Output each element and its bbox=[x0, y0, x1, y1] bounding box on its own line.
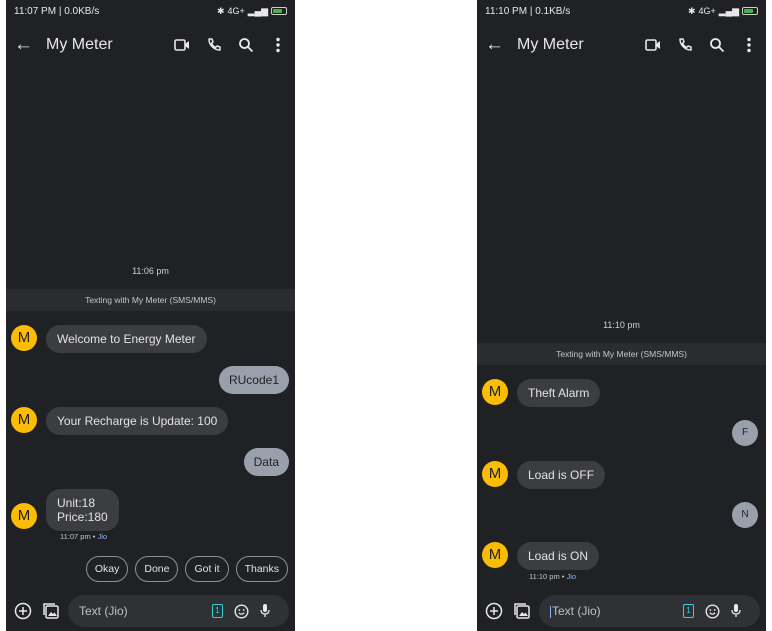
incoming-message: M Load is ON bbox=[482, 542, 600, 570]
gallery-icon[interactable] bbox=[511, 600, 533, 622]
outgoing-message[interactable]: F bbox=[732, 420, 758, 446]
message-bubble[interactable]: Load is ON bbox=[517, 542, 600, 570]
status-time: 11:07 PM | 0.0KB/s bbox=[14, 5, 100, 17]
incoming-message: M Welcome to Energy Meter bbox=[11, 325, 207, 353]
message-bubble[interactable]: Load is OFF bbox=[517, 461, 606, 489]
back-arrow-icon[interactable]: ← bbox=[485, 34, 511, 56]
more-options-icon[interactable] bbox=[269, 36, 287, 54]
outgoing-message[interactable]: N bbox=[732, 502, 758, 528]
avatar[interactable]: M bbox=[11, 325, 37, 351]
texting-banner: Texting with My Meter (SMS/MMS) bbox=[6, 289, 295, 311]
app-bar: ← My Meter bbox=[6, 28, 295, 62]
avatar[interactable]: M bbox=[482, 542, 508, 568]
microphone-icon[interactable] bbox=[257, 603, 273, 619]
more-options-icon[interactable] bbox=[740, 36, 758, 54]
phone-call-icon[interactable] bbox=[205, 36, 223, 54]
status-bar: 11:10 PM | 0.1KB/s ✱ 4G+ ▂▄▆ bbox=[477, 0, 766, 22]
message-input-placeholder: Text (Jio) bbox=[550, 604, 683, 618]
phone-screen-1: 11:07 PM | 0.0KB/s ✱ 4G+ ▂▄▆ ← My Meter … bbox=[6, 0, 295, 631]
message-time: 11:10 pm bbox=[529, 572, 560, 581]
message-meta: 11:07 pm • Jio bbox=[60, 532, 108, 541]
message-carrier: Jio bbox=[97, 532, 108, 541]
message-bubble[interactable]: Your Recharge is Update: 100 bbox=[46, 407, 229, 435]
message-input[interactable]: Text (Jio) 1 bbox=[68, 595, 289, 627]
status-icons: ✱ 4G+ ▂▄▆ bbox=[688, 6, 758, 17]
message-time: 11:07 pm bbox=[60, 532, 91, 541]
conversation-title: My Meter bbox=[517, 36, 584, 53]
battery-icon bbox=[742, 7, 758, 15]
message-carrier: Jio bbox=[566, 572, 577, 581]
status-time: 11:10 PM | 0.1KB/s bbox=[485, 5, 571, 17]
quick-replies: Okay Done Got it Thanks bbox=[6, 556, 295, 582]
bluetooth-icon: ✱ bbox=[687, 5, 696, 16]
search-icon[interactable] bbox=[237, 36, 255, 54]
outgoing-message[interactable]: RUcode1 bbox=[218, 366, 289, 394]
conversation-title: My Meter bbox=[46, 36, 113, 53]
signal-bars-icon: ▂▄▆ bbox=[247, 5, 268, 16]
message-input-placeholder: Text (Jio) bbox=[79, 604, 128, 618]
emoji-icon[interactable] bbox=[233, 603, 249, 619]
conversation-timestamp: 11:10 pm bbox=[603, 320, 640, 330]
status-bar: 11:07 PM | 0.0KB/s ✱ 4G+ ▂▄▆ bbox=[6, 0, 295, 22]
avatar[interactable]: M bbox=[482, 461, 508, 487]
phone-call-icon[interactable] bbox=[676, 36, 694, 54]
signal-bars-icon: ▂▄▆ bbox=[718, 5, 739, 16]
incoming-message: M Theft Alarm bbox=[482, 379, 601, 407]
incoming-message: M Unit:18 Price:180 bbox=[11, 489, 119, 531]
signal-type-label: 4G+ bbox=[698, 6, 716, 16]
quick-reply-chip[interactable]: Got it bbox=[185, 556, 229, 582]
message-meta: 11:10 pm • Jio bbox=[529, 572, 577, 581]
back-arrow-icon[interactable]: ← bbox=[14, 34, 40, 56]
conversation-timestamp: 11:06 pm bbox=[132, 266, 169, 276]
incoming-message: M Your Recharge is Update: 100 bbox=[11, 407, 229, 435]
signal-type-label: 4G+ bbox=[227, 6, 245, 16]
avatar[interactable]: M bbox=[11, 503, 37, 529]
message-bubble[interactable]: Theft Alarm bbox=[517, 379, 601, 407]
add-icon[interactable] bbox=[12, 600, 34, 622]
sim-card-icon[interactable]: 1 bbox=[212, 604, 223, 618]
quick-reply-chip[interactable]: Done bbox=[135, 556, 179, 582]
composer: Text (Jio) 1 bbox=[477, 591, 766, 631]
outgoing-message[interactable]: Data bbox=[243, 448, 289, 476]
quick-reply-chip[interactable]: Thanks bbox=[235, 556, 288, 582]
avatar[interactable]: M bbox=[11, 407, 37, 433]
video-call-icon[interactable] bbox=[173, 36, 191, 54]
quick-reply-chip[interactable]: Okay bbox=[85, 556, 129, 582]
message-input[interactable]: Text (Jio) 1 bbox=[539, 595, 760, 627]
app-bar: ← My Meter bbox=[477, 28, 766, 62]
message-bubble[interactable]: Unit:18 Price:180 bbox=[46, 489, 119, 531]
sim-card-icon[interactable]: 1 bbox=[683, 604, 694, 618]
search-icon[interactable] bbox=[708, 36, 726, 54]
gallery-icon[interactable] bbox=[40, 600, 62, 622]
text-cursor bbox=[550, 605, 551, 618]
composer: Text (Jio) 1 bbox=[6, 591, 295, 631]
status-icons: ✱ 4G+ ▂▄▆ bbox=[217, 6, 287, 17]
avatar[interactable]: M bbox=[482, 379, 508, 405]
incoming-message: M Load is OFF bbox=[482, 461, 606, 489]
message-input-placeholder-text: Text (Jio) bbox=[552, 604, 601, 618]
battery-icon bbox=[271, 7, 287, 15]
bluetooth-icon: ✱ bbox=[216, 5, 225, 16]
video-call-icon[interactable] bbox=[644, 36, 662, 54]
microphone-icon[interactable] bbox=[728, 603, 744, 619]
phone-screen-2: 11:10 PM | 0.1KB/s ✱ 4G+ ▂▄▆ ← My Meter … bbox=[477, 0, 766, 631]
texting-banner: Texting with My Meter (SMS/MMS) bbox=[477, 343, 766, 365]
emoji-icon[interactable] bbox=[704, 603, 720, 619]
message-bubble[interactable]: Welcome to Energy Meter bbox=[46, 325, 207, 353]
add-icon[interactable] bbox=[483, 600, 505, 622]
